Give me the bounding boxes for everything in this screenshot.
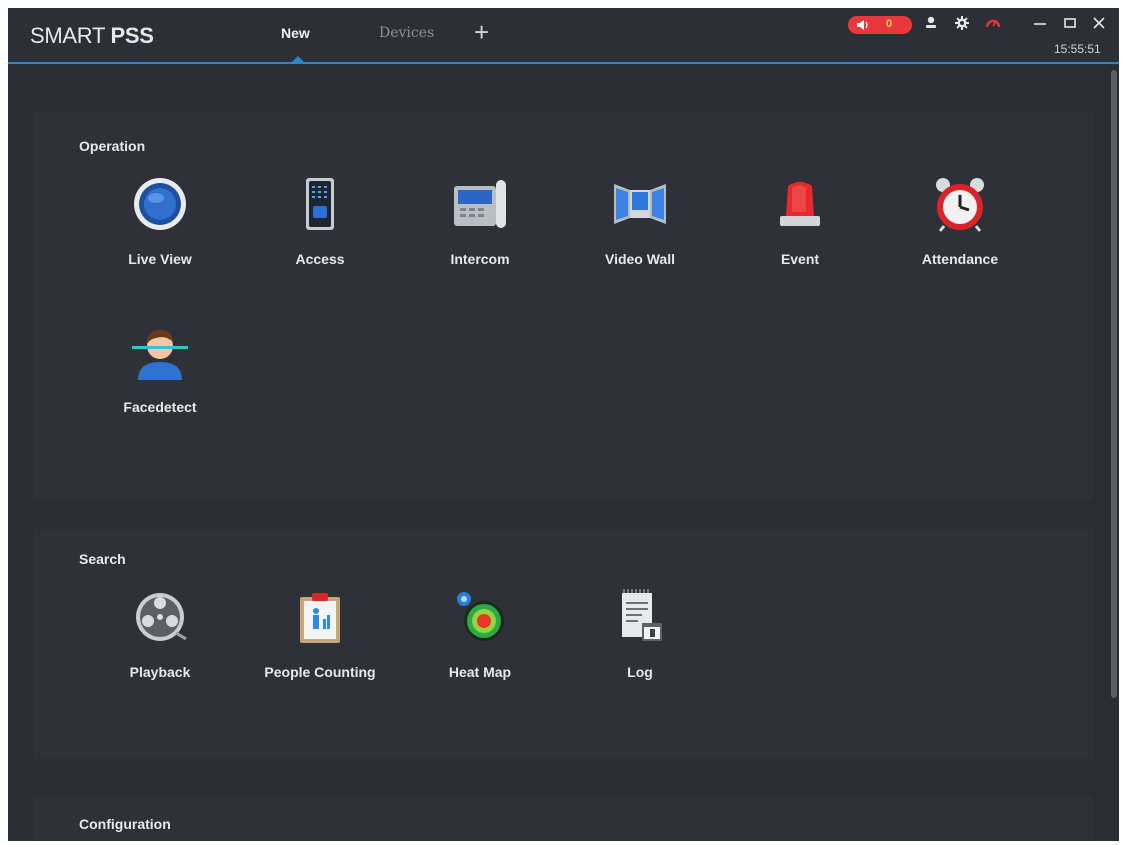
tab-new[interactable]: New bbox=[281, 25, 310, 41]
tile-event[interactable]: Event bbox=[725, 176, 875, 286]
heat-map-icon bbox=[457, 592, 504, 641]
scrollbar-thumb[interactable] bbox=[1111, 70, 1117, 698]
search-title: Search bbox=[79, 551, 126, 567]
vertical-scrollbar[interactable] bbox=[1109, 64, 1119, 841]
facedetect-icon bbox=[132, 330, 188, 380]
video-wall-icon bbox=[614, 184, 666, 224]
performance-gauge-icon[interactable] bbox=[984, 14, 1002, 32]
tile-log[interactable]: Log bbox=[565, 589, 715, 699]
alarm-sound-button[interactable]: 0 bbox=[848, 16, 912, 34]
minimize-icon[interactable] bbox=[1031, 14, 1049, 32]
close-icon[interactable] bbox=[1090, 14, 1108, 32]
tile-video-wall[interactable]: Video Wall bbox=[565, 176, 715, 286]
configuration-title: Configuration bbox=[79, 816, 171, 832]
tile-label: Live View bbox=[128, 251, 192, 267]
system-clock: 15:55:51 bbox=[1054, 42, 1101, 56]
intercom-icon bbox=[454, 180, 506, 228]
maximize-icon[interactable] bbox=[1061, 14, 1079, 32]
settings-gear-icon[interactable] bbox=[953, 14, 971, 32]
tile-playback[interactable]: Playback bbox=[85, 589, 235, 699]
event-icon bbox=[780, 182, 820, 226]
tile-label: Event bbox=[780, 251, 820, 267]
people-counting-icon bbox=[300, 593, 340, 643]
tile-label: Heat Map bbox=[448, 664, 512, 680]
tile-access[interactable]: Access bbox=[245, 176, 395, 286]
user-icon[interactable] bbox=[922, 14, 940, 32]
tile-people-counting[interactable]: People Counting bbox=[245, 589, 395, 699]
operation-section: Operation Live View Access Intercom Vide… bbox=[33, 112, 1093, 500]
main-content: Operation Live View Access Intercom Vide… bbox=[8, 64, 1108, 841]
title-bar: SMART PSS New Devices + 0 15:55:51 bbox=[8, 8, 1119, 64]
configuration-section: Configuration bbox=[33, 796, 1093, 841]
log-icon bbox=[622, 589, 662, 641]
operation-title: Operation bbox=[79, 138, 146, 154]
tile-live-view[interactable]: Live View bbox=[85, 176, 235, 286]
tab-devices[interactable]: Devices bbox=[379, 25, 434, 41]
active-tab-indicator bbox=[292, 56, 304, 62]
live-view-icon bbox=[134, 178, 186, 230]
tile-label: Log bbox=[627, 664, 653, 680]
attendance-icon bbox=[936, 178, 984, 232]
tile-label: Intercom bbox=[450, 251, 510, 267]
tile-label: Playback bbox=[129, 664, 191, 680]
smart-pss-window: SMART PSS New Devices + 0 15:55:51 Opera… bbox=[8, 8, 1119, 841]
tile-heat-map[interactable]: Heat Map bbox=[405, 589, 555, 699]
alarm-count: 0 bbox=[886, 18, 893, 30]
tile-label: Access bbox=[295, 251, 345, 267]
playback-icon bbox=[136, 593, 187, 641]
tile-facedetect[interactable]: Facedetect bbox=[85, 324, 235, 434]
tile-intercom[interactable]: Intercom bbox=[405, 176, 555, 286]
tile-attendance[interactable]: Attendance bbox=[885, 176, 1035, 286]
search-section: Search Playback People Counting Heat Map… bbox=[33, 529, 1093, 759]
speaker-icon bbox=[857, 20, 868, 30]
tile-label: Video Wall bbox=[604, 251, 675, 267]
app-logo: SMART PSS bbox=[30, 23, 154, 48]
tile-label: People Counting bbox=[264, 664, 376, 680]
tile-label: Facedetect bbox=[123, 399, 197, 415]
access-icon bbox=[306, 178, 334, 230]
tile-label: Attendance bbox=[921, 251, 999, 267]
add-tab-icon[interactable]: + bbox=[474, 19, 489, 45]
